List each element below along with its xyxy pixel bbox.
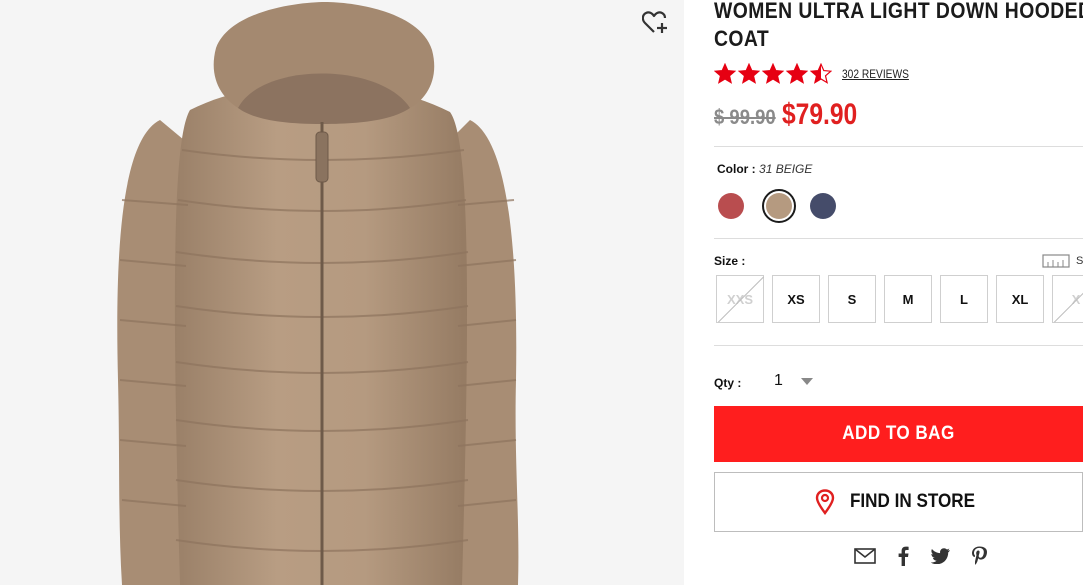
size-option-l[interactable]: L [940, 275, 988, 323]
find-in-store-button[interactable]: FIND IN STORE [714, 472, 1083, 532]
price-block: $ 99.90 $79.90 [714, 98, 874, 132]
star-full-icon [786, 63, 808, 84]
product-rating: 302 REVIEWS [714, 62, 921, 86]
color-swatch-dot [766, 193, 792, 219]
selected-color-name: 31 BEIGE [759, 162, 813, 176]
star-full-icon [738, 63, 760, 84]
sale-price: $79.90 [782, 98, 858, 131]
size-option-xl[interactable]: XL [996, 275, 1044, 323]
color-swatch-navy[interactable] [806, 189, 840, 223]
original-price: $ 99.90 [714, 106, 776, 129]
pinterest-icon[interactable] [968, 545, 990, 567]
color-label-prefix: Color : [717, 162, 756, 176]
divider [714, 345, 1083, 346]
color-swatch-beige[interactable] [762, 189, 796, 223]
size-guide-link[interactable]: S [1042, 254, 1083, 268]
add-to-bag-button[interactable]: ADD TO BAG [714, 406, 1083, 462]
quantity-select[interactable]: 1 [774, 368, 834, 394]
color-swatch-dot [810, 193, 836, 219]
ruler-icon [1042, 254, 1070, 268]
size-option-xs[interactable]: XS [772, 275, 820, 323]
color-swatches [714, 189, 850, 223]
add-to-bag-label: ADD TO BAG [842, 423, 955, 444]
find-in-store-label: FIND IN STORE [849, 491, 976, 512]
add-to-wishlist-heart-icon[interactable] [641, 10, 670, 36]
chevron-down-icon [800, 377, 813, 385]
size-guide-label: S [1076, 255, 1083, 267]
product-title-line-1: WOMEN ULTRA LIGHT DOWN HOODED [714, 0, 1083, 23]
share-icons [854, 545, 1006, 567]
color-label: Color : 31 BEIGE [717, 162, 812, 176]
facebook-icon[interactable] [892, 545, 914, 567]
color-swatch-red[interactable] [714, 189, 748, 223]
divider [714, 146, 1083, 147]
product-title: WOMEN ULTRA LIGHT DOWN HOODED COAT [714, 0, 1083, 56]
star-full-icon [714, 63, 736, 84]
color-swatch-dot [718, 193, 744, 219]
rating-stars [714, 63, 834, 85]
email-icon[interactable] [854, 545, 876, 567]
reviews-link[interactable]: 302 REVIEWS [842, 67, 909, 81]
size-option-x: X [1052, 275, 1083, 323]
quantity-value: 1 [774, 372, 783, 389]
product-image [0, 0, 684, 585]
size-options: XXS XS S M L XL X [716, 275, 1083, 323]
size-option-s[interactable]: S [828, 275, 876, 323]
star-half-icon [810, 63, 832, 84]
size-option-xxs: XXS [716, 275, 764, 323]
quantity-label: Qty : [714, 376, 742, 390]
star-full-icon [762, 63, 784, 84]
twitter-icon[interactable] [930, 545, 952, 567]
product-info-panel: WOMEN ULTRA LIGHT DOWN HOODED COAT 302 R… [714, 0, 1083, 585]
location-pin-icon [815, 489, 835, 515]
size-label: Size : [714, 254, 746, 268]
product-image-panel [0, 0, 684, 585]
divider [714, 238, 1083, 239]
size-option-m[interactable]: M [884, 275, 932, 323]
product-title-line-2: COAT [714, 26, 770, 51]
